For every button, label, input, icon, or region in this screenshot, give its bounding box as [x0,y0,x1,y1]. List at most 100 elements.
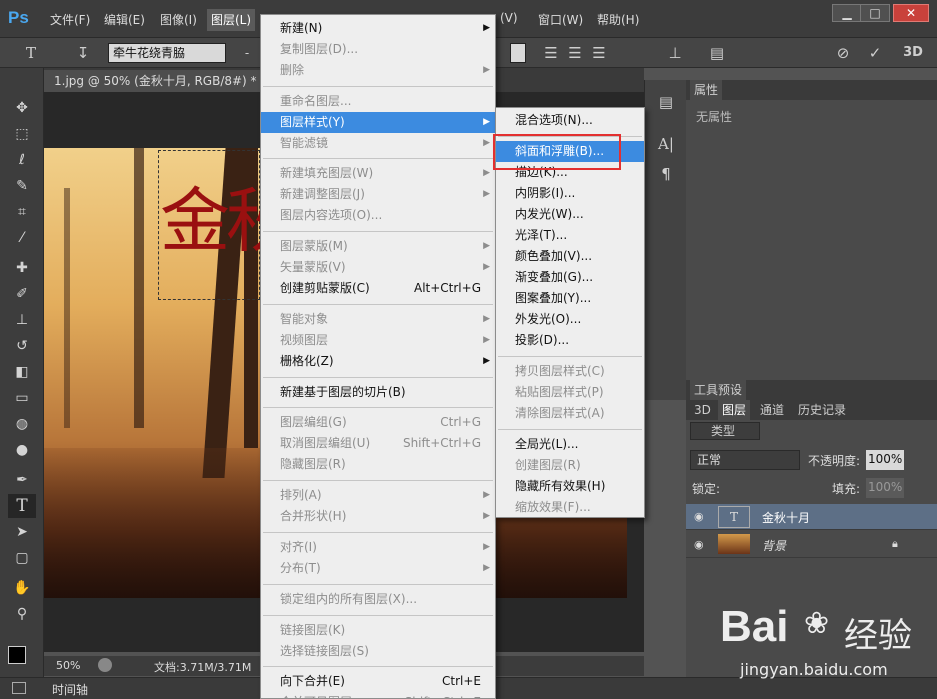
healing-brush-icon[interactable]: ✚ [8,256,36,280]
eyedropper-tool-icon[interactable]: ⁄ [8,226,36,250]
menu-item[interactable]: 投影(D)... [496,330,644,351]
history-brush-icon[interactable]: ↺ [8,334,36,358]
menu-file[interactable]: 文件(F) [50,11,90,29]
paragraph-panel-icon[interactable]: ▤ [655,92,677,112]
menu-item: 取消图层编组(U) Shift+Ctrl+G [261,433,495,454]
status-menu-icon[interactable] [98,658,112,672]
eraser-tool-icon[interactable]: ◧ [8,360,36,384]
layer-row[interactable]: ◉ 背景 🔒︎ [686,532,937,558]
menu-image[interactable]: 图像(I) [160,11,197,29]
size-select[interactable] [510,43,526,63]
blend-mode-select[interactable]: 正常 [690,450,800,470]
menu-item: 分布(T) ▶ [261,558,495,579]
align-right-icon[interactable]: ☰ [588,43,610,63]
character-panel-icon[interactable]: ▤ [706,43,728,63]
zoom-level[interactable]: 50% [56,659,80,672]
tab-history[interactable]: 历史记录 [794,400,850,420]
pen-tool-icon[interactable]: ✒ [8,468,36,492]
type-tool-icon[interactable]: T [8,494,36,518]
menu-item[interactable]: 颜色叠加(V)... [496,246,644,267]
menu-item[interactable]: 创建剪贴蒙版(C) Alt+Ctrl+G [261,278,495,299]
timeline-icon[interactable] [12,682,26,694]
menu-item[interactable]: 向下合并(E) Ctrl+E [261,671,495,692]
foreground-color[interactable] [8,646,26,664]
menu-item[interactable]: 外发光(O)... [496,309,644,330]
type-tool-icon[interactable]: T [20,43,42,63]
eye-icon[interactable]: ◉ [694,538,708,552]
menu-item[interactable]: 新建(N) ▶ [261,18,495,39]
commit-icon[interactable]: ✓ [864,43,886,63]
font-style-dash[interactable]: - [236,43,258,63]
menu-item[interactable]: 新建基于图层的切片(B) [261,382,495,403]
blur-tool-icon[interactable]: ◍ [8,412,36,436]
menu-item[interactable]: 混合选项(N)... [496,110,644,131]
menu-item: 重命名图层... [261,91,495,112]
menu-item[interactable]: 内发光(W)... [496,204,644,225]
quick-select-tool-icon[interactable]: ✎ [8,174,36,198]
tab-channels[interactable]: 通道 [756,400,788,420]
3d-icon[interactable]: 3D [902,43,924,63]
crop-tool-icon[interactable]: ⌗ [8,200,36,224]
marquee-tool-icon[interactable]: ⬚ [8,122,36,146]
lasso-tool-icon[interactable]: ℓ [8,148,36,172]
fill-field[interactable]: 100% [866,478,904,498]
menu-edit[interactable]: 编辑(E) [104,11,145,29]
menu-item-label: 排列(A) [280,488,322,503]
clone-stamp-icon[interactable]: ⊥ [8,308,36,332]
tab-3d[interactable]: 3D [690,400,715,420]
dodge-tool-icon[interactable]: ● [8,438,36,462]
menu-item[interactable]: 渐变叠加(G)... [496,267,644,288]
menu-separator [498,356,642,357]
menu-item[interactable]: 图层样式(Y) ▶ [261,111,495,133]
menu-separator [263,407,493,409]
submenu-arrow-icon: ▶ [483,334,490,345]
brush-tool-icon[interactable]: ✐ [8,282,36,306]
align-center-icon[interactable]: ☰ [564,43,586,63]
close-button[interactable]: ✕ [893,4,929,22]
tab-layers[interactable]: 图层 [718,400,751,420]
opacity-field[interactable]: 100% [866,450,904,470]
paragraph-icon[interactable]: ¶ [655,164,677,184]
cancel-icon[interactable]: ⊘ [832,43,854,63]
menu-layer[interactable]: 图层(L) [207,9,256,31]
rectangle-tool-icon[interactable]: ▢ [8,546,36,570]
menu-item-label: 创建剪贴蒙版(C) [280,280,370,295]
menu-item: 图层蒙版(M) ▶ [261,236,495,257]
warp-text-icon[interactable]: ⊥ [664,43,686,63]
text-orientation-icon[interactable]: ↧ [72,43,94,63]
character-panel-icon[interactable]: A| [655,134,677,154]
gradient-tool-icon[interactable]: ▭ [8,386,36,410]
menu-item-label: 重命名图层... [280,93,352,108]
menu-window[interactable]: 窗口(W) [538,11,583,29]
eye-icon[interactable]: ◉ [694,510,708,524]
menu-item[interactable]: 内阴影(I)... [496,183,644,204]
move-tool-icon[interactable]: ✥ [8,96,36,120]
tab-tool-presets[interactable]: 工具预设 [690,380,747,400]
menu-item[interactable]: 隐藏所有效果(H) [496,476,644,497]
font-family-select[interactable]: 牵牛花绕青脇 [108,43,226,63]
layer-name[interactable]: 背景 [762,537,786,554]
menu-item[interactable]: 全局光(L)... [496,434,644,455]
menu-item-label: 智能对象 [280,311,329,326]
path-select-icon[interactable]: ➤ [8,520,36,544]
layer-filter-select[interactable]: 类型 [690,422,760,440]
menu-separator [263,531,493,533]
timeline-label[interactable]: 时间轴 [52,681,88,698]
align-left-icon[interactable]: ☰ [540,43,562,63]
menu-item[interactable]: 光泽(T)... [496,225,644,246]
document-tab[interactable]: 1.jpg @ 50% (金秋十月, RGB/8#) * × [44,70,262,110]
hand-tool-icon[interactable]: ✋ [8,576,36,600]
maximize-button[interactable]: □ [860,4,890,22]
menu-item-label: 隐藏图层(R) [280,457,346,472]
zoom-tool-icon[interactable]: ⚲ [8,602,36,626]
tools-panel: ✥ ⬚ ℓ ✎ ⌗ ⁄ ✚ ✐ ⊥ ↺ ◧ ▭ ◍ ● ✒ T ➤ ▢ ✋ ⚲ … [0,68,44,699]
layer-name[interactable]: 金秋十月 [762,509,810,526]
tab-properties[interactable]: 属性 [690,80,723,100]
layer-row[interactable]: ◉ T 金秋十月 [686,504,937,530]
menu-item-label: 新建填充图层(W) [280,166,374,181]
minimize-button[interactable]: ▁ [832,4,862,22]
menu-help[interactable]: 帮助(H) [597,11,639,29]
menu-item[interactable]: 图案叠加(Y)... [496,288,644,309]
menu-item[interactable]: 栅格化(Z) ▶ [261,351,495,372]
menu-view[interactable]: (V) [500,11,518,29]
